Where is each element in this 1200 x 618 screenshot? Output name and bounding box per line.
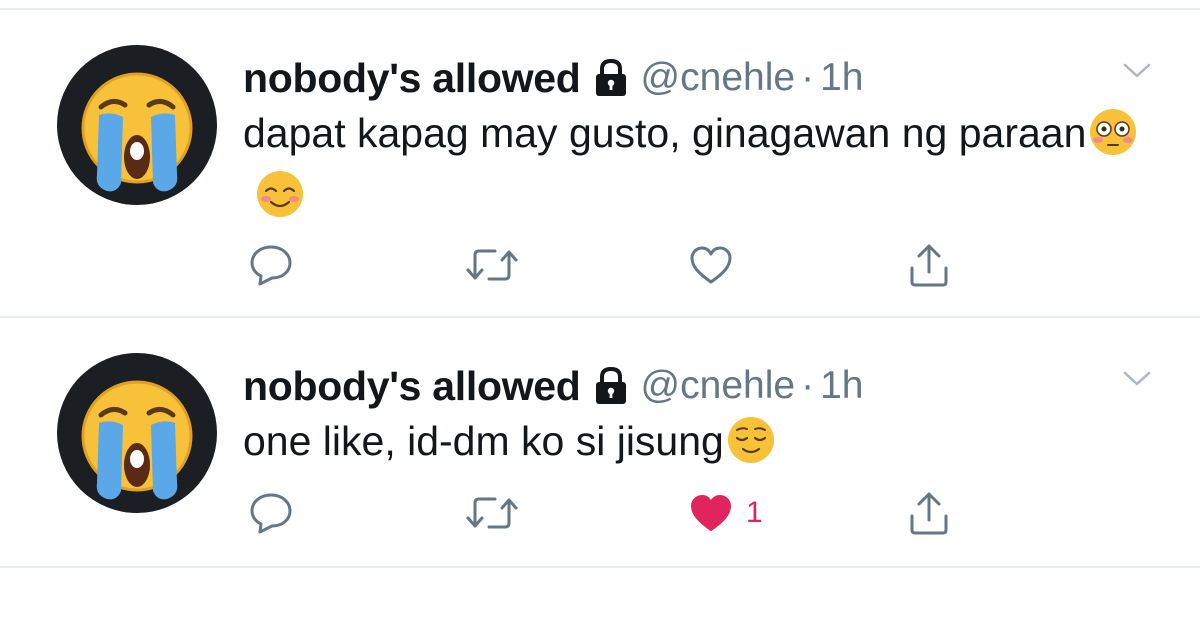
handle[interactable]: @cnehle	[641, 364, 796, 408]
tweet-text: one like, id-dm ko si jisung	[243, 410, 1143, 472]
reply-button[interactable]	[248, 240, 294, 290]
flushed-face-icon	[1090, 109, 1137, 155]
lock-icon	[595, 58, 626, 96]
tweet[interactable]: nobody's allowed @cnehle · 1h dapat kapa…	[0, 10, 1200, 310]
like-count: 1	[746, 496, 763, 529]
tweet-actions	[243, 240, 1003, 290]
share-icon	[910, 244, 948, 287]
tweet-header: nobody's allowed @cnehle · 1h	[243, 53, 863, 103]
tweet-text-content: dapat kapag may gusto, ginagawan ng para…	[243, 110, 1087, 156]
timestamp[interactable]: 1h	[820, 364, 863, 408]
bottom-divider	[0, 566, 1200, 568]
retweet-button[interactable]	[465, 488, 519, 538]
retweet-icon	[466, 249, 518, 281]
share-button[interactable]	[907, 488, 951, 538]
like-button[interactable]	[688, 240, 746, 290]
handle[interactable]: @cnehle	[641, 56, 796, 100]
separator-dot: ·	[801, 56, 815, 99]
heart-icon	[690, 246, 732, 284]
retweet-icon	[466, 497, 518, 529]
tweet[interactable]: nobody's allowed @cnehle · 1h one like, …	[0, 318, 1200, 618]
smiling-face-icon	[257, 171, 303, 217]
relieved-face-icon	[727, 417, 774, 463]
avatar[interactable]	[57, 45, 217, 205]
like-button[interactable]: 1	[688, 488, 763, 538]
tweet-text: dapat kapag may gusto, ginagawan ng para…	[243, 102, 1143, 226]
chevron-down-icon[interactable]	[1122, 60, 1152, 80]
display-name[interactable]: nobody's allowed	[243, 363, 581, 410]
loudly-crying-face-icon	[81, 72, 193, 192]
lock-icon	[595, 366, 626, 404]
share-button[interactable]	[907, 240, 951, 290]
heart-filled-icon	[691, 495, 731, 531]
reply-button[interactable]	[248, 488, 294, 538]
loudly-crying-face-icon	[81, 380, 193, 500]
tweet-header: nobody's allowed @cnehle · 1h	[243, 361, 863, 411]
reply-icon	[250, 493, 292, 534]
avatar[interactable]	[57, 353, 217, 513]
separator-dot: ·	[801, 364, 815, 407]
tweet-text-content: one like, id-dm ko si jisung	[243, 418, 724, 464]
share-icon	[910, 492, 948, 535]
chevron-down-icon[interactable]	[1122, 368, 1152, 388]
reply-icon	[250, 245, 292, 286]
timestamp[interactable]: 1h	[820, 56, 863, 100]
tweet-actions: 1	[243, 488, 1003, 538]
display-name[interactable]: nobody's allowed	[243, 55, 581, 102]
retweet-button[interactable]	[465, 240, 519, 290]
